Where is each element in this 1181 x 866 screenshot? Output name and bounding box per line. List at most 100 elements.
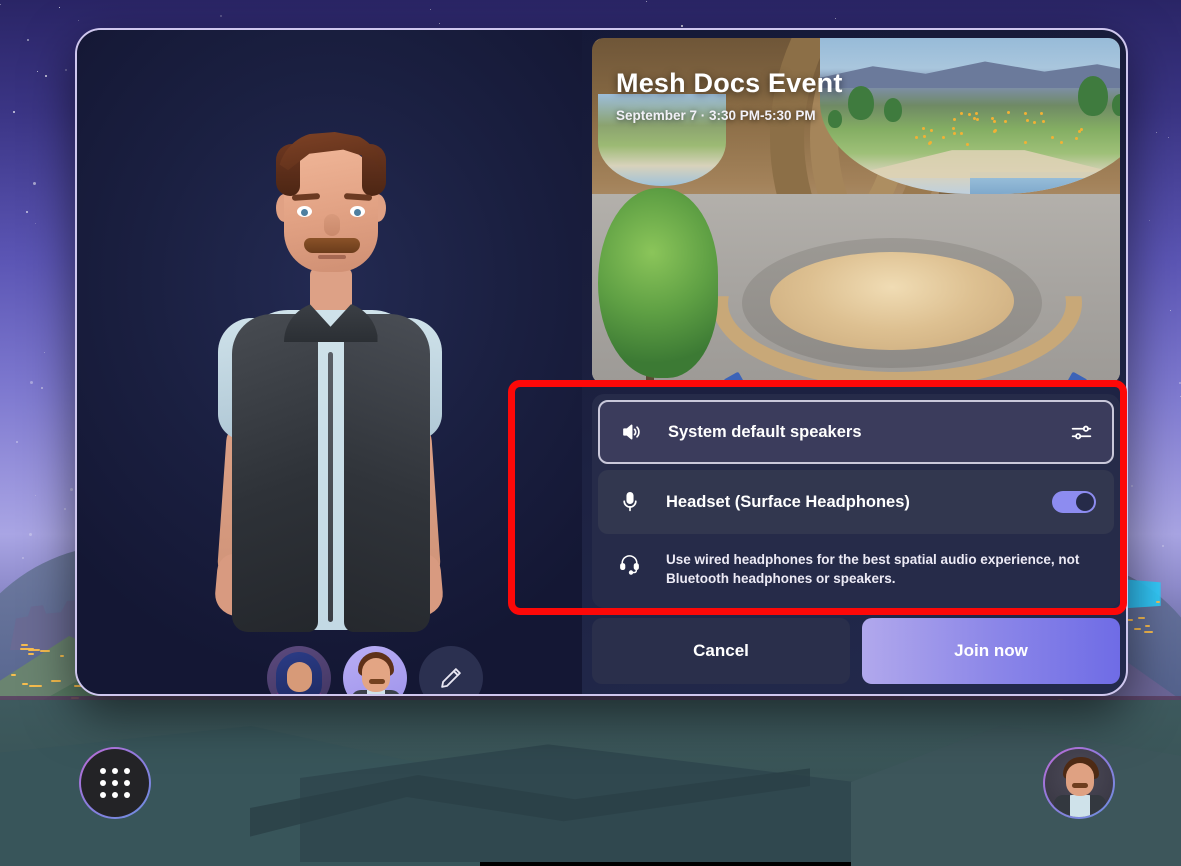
window-flower <box>953 132 956 135</box>
window-flower <box>930 129 933 132</box>
star <box>70 488 73 491</box>
microphone-toggle[interactable] <box>1052 491 1096 513</box>
spatial-audio-hint-text: Use wired headphones for the best spatia… <box>666 550 1096 588</box>
window-flower <box>968 113 971 116</box>
star <box>220 15 222 17</box>
star <box>59 7 60 8</box>
join-now-button[interactable]: Join now <box>862 618 1120 684</box>
profile-vest-left <box>1054 795 1070 817</box>
profile-vest-right <box>1090 795 1106 817</box>
event-preview-image: Mesh Docs Event September 7 · 3:30 PM-5:… <box>592 38 1120 384</box>
star <box>64 508 66 510</box>
village-light <box>11 674 16 676</box>
window-tree <box>848 86 874 120</box>
window-flower <box>973 117 976 120</box>
avatar-vest-right <box>344 314 430 632</box>
window-flower <box>1040 112 1043 115</box>
village-light <box>22 683 28 685</box>
village-light <box>1134 628 1142 630</box>
window-tree <box>828 110 842 128</box>
avatar-option-2-mustache <box>369 679 385 684</box>
star <box>16 441 18 443</box>
star <box>646 1 647 2</box>
window-flower <box>966 143 969 146</box>
speaker-device-label: System default speakers <box>668 423 1069 442</box>
window-flower <box>991 117 994 120</box>
star <box>35 495 36 496</box>
avatar-preview-pane <box>77 30 582 694</box>
village-light <box>28 653 35 655</box>
window-flower <box>1080 128 1083 131</box>
village-light <box>28 649 40 651</box>
headset-icon <box>618 550 652 580</box>
microphone-icon <box>618 490 652 514</box>
window-flower <box>960 132 963 135</box>
window-flower <box>1004 120 1007 123</box>
window-flower <box>1026 119 1029 122</box>
window-flower <box>993 120 996 123</box>
star <box>1149 220 1150 221</box>
profile-face <box>1066 763 1094 796</box>
window-flower <box>953 118 956 121</box>
window-flower <box>1007 111 1010 114</box>
village-light <box>1144 631 1153 633</box>
star <box>44 352 45 353</box>
avatar-option-2-vest-left <box>351 690 367 696</box>
star <box>37 71 38 72</box>
spatial-audio-hint: Use wired headphones for the best spatia… <box>598 534 1114 602</box>
profile-mustache <box>1072 783 1088 788</box>
star <box>29 533 32 536</box>
window-flower <box>1060 141 1063 144</box>
avatar-3d-model <box>180 102 480 622</box>
apps-launcher-inner <box>81 749 149 817</box>
village-light <box>40 650 50 652</box>
window-flower <box>960 112 963 115</box>
window-flower <box>915 136 918 139</box>
star <box>0 4 1 5</box>
avatar-option-1-face <box>287 662 312 692</box>
avatar-selector-row <box>267 642 517 696</box>
window-path <box>820 144 1120 178</box>
star <box>835 18 836 19</box>
profile-avatar-button[interactable] <box>1043 747 1115 819</box>
star <box>65 69 67 71</box>
star <box>22 557 24 559</box>
avatar-option-2[interactable] <box>343 646 407 696</box>
window-flower <box>1024 112 1027 115</box>
star <box>35 223 36 224</box>
speaker-device-row[interactable]: System default speakers <box>598 400 1114 464</box>
window-flower <box>1024 141 1027 144</box>
star <box>27 39 29 41</box>
avatar-vest-zipper <box>328 352 333 622</box>
apps-launcher-button[interactable] <box>79 747 151 819</box>
window-flower <box>952 127 955 130</box>
window-flower <box>923 135 926 138</box>
star <box>1170 310 1171 311</box>
avatar-vest-left <box>232 314 318 632</box>
village-light <box>60 655 64 657</box>
join-event-dialog: Mesh Docs Event September 7 · 3:30 PM-5:… <box>75 28 1128 696</box>
audio-settings-icon[interactable] <box>1069 420 1094 445</box>
star <box>78 20 79 21</box>
cancel-button[interactable]: Cancel <box>592 618 850 684</box>
star <box>1168 137 1169 138</box>
avatar-option-1[interactable] <box>267 646 331 696</box>
village-light <box>1138 617 1144 619</box>
avatar-mustache <box>304 238 360 253</box>
microphone-device-row[interactable]: Headset (Surface Headphones) <box>598 470 1114 534</box>
star <box>439 23 440 24</box>
event-datetime: September 7 · 3:30 PM-5:30 PM <box>616 108 816 123</box>
window-flower <box>1042 120 1045 123</box>
window-flower <box>928 142 931 145</box>
star <box>13 111 15 113</box>
window-flower <box>1051 136 1054 139</box>
avatar-option-2-vest-right <box>385 690 401 696</box>
window-flower <box>976 118 979 121</box>
avatar-mouth <box>318 255 346 259</box>
user-avatar-icon <box>1045 749 1113 817</box>
window-flower <box>975 112 978 115</box>
window-tree <box>1078 76 1108 116</box>
edit-avatar-button[interactable] <box>419 646 483 696</box>
village-light <box>21 644 28 646</box>
microphone-device-label: Headset (Surface Headphones) <box>666 493 1052 512</box>
